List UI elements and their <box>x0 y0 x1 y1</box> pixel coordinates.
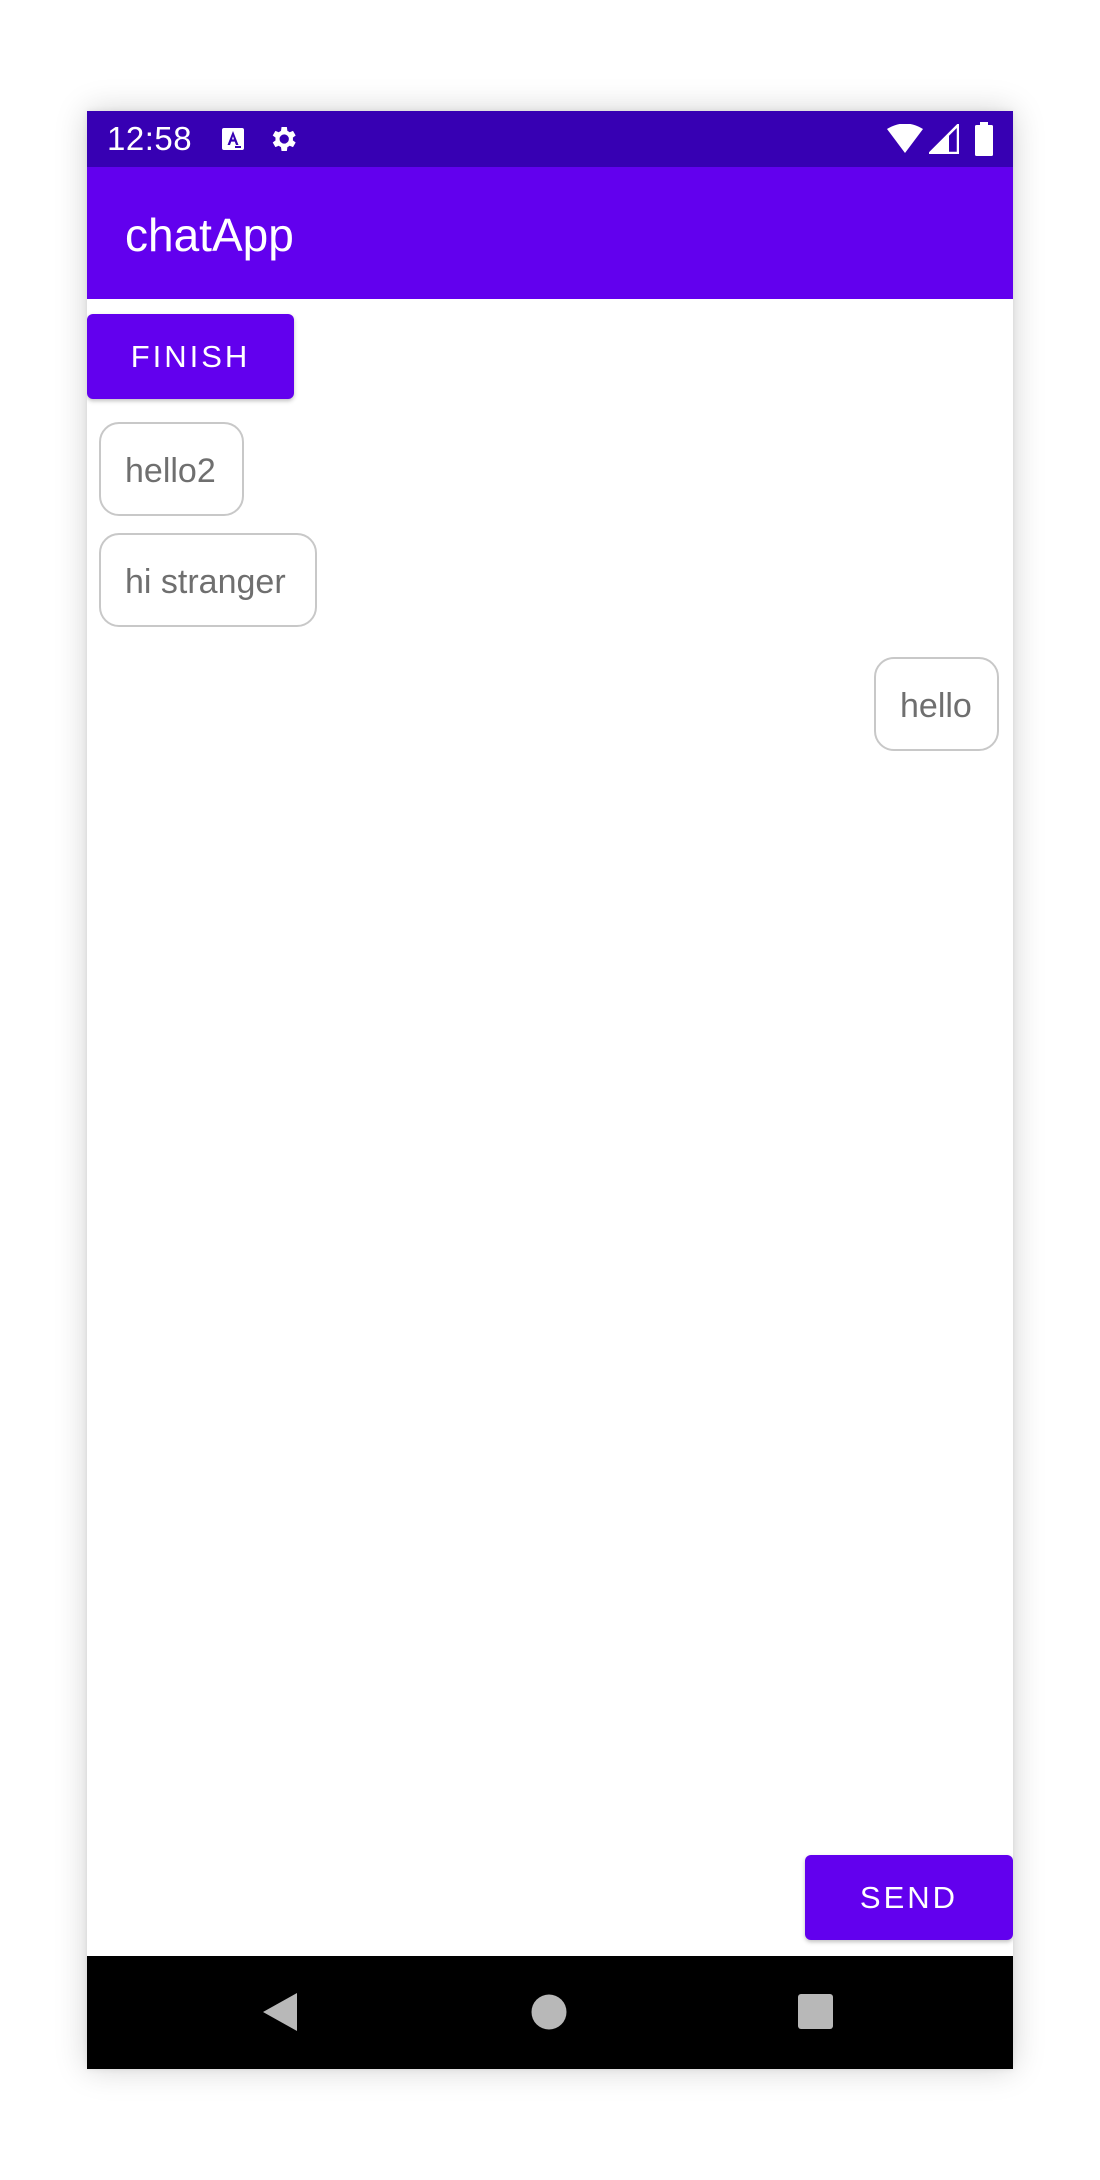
message-bubble-received: hi stranger <box>99 533 317 627</box>
signal-icon <box>929 124 959 154</box>
app-bar: chatApp <box>87 167 1013 299</box>
back-icon[interactable] <box>262 1992 298 2032</box>
gear-icon <box>272 127 296 151</box>
navigation-bar <box>87 1956 1013 2069</box>
battery-icon <box>975 122 993 156</box>
message-bubble-received: hello2 <box>99 422 244 516</box>
status-time: 12:58 <box>107 120 193 157</box>
home-icon[interactable] <box>531 1994 567 2030</box>
text-a-icon <box>222 128 244 150</box>
finish-button[interactable]: FINISH <box>87 314 294 399</box>
send-button[interactable]: SEND <box>805 1855 1013 1940</box>
wifi-icon <box>887 124 923 153</box>
app-title: chatApp <box>125 209 294 261</box>
phone-screen: 12:58 chatApp FINISH hello2 hi stranger … <box>87 111 1013 2069</box>
recents-icon[interactable] <box>798 1994 833 2029</box>
message-bubble-sent: hello <box>874 657 999 751</box>
status-bar: 12:58 <box>87 111 1013 167</box>
